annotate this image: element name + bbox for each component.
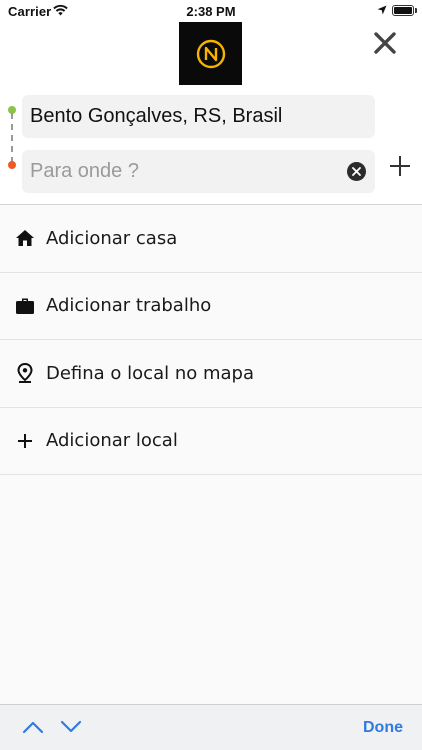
list-item-label: Adicionar local: [46, 430, 178, 452]
list-item-set-on-map[interactable]: Defina o local no mapa: [0, 340, 422, 408]
chevron-up-icon[interactable]: [22, 720, 44, 734]
list-item-add-work[interactable]: Adicionar trabalho: [0, 273, 422, 340]
battery-icon: [392, 5, 414, 16]
destination-input[interactable]: [30, 160, 340, 183]
list-item-label: Defina o local no mapa: [46, 362, 254, 384]
location-arrow-icon: [377, 5, 387, 15]
battery-tip: [415, 8, 417, 13]
keyboard-accessory-bar: Done: [0, 704, 422, 750]
plus-icon: [15, 431, 35, 451]
route-connector-line: [11, 113, 13, 163]
clear-button[interactable]: [347, 162, 366, 181]
list-item-label: Adicionar casa: [46, 227, 178, 249]
clear-icon: [352, 167, 361, 176]
saved-places-list: Adicionar casa Adicionar trabalho Defina…: [0, 204, 422, 704]
status-bar: Carrier 2:38 PM: [0, 0, 422, 22]
chevron-down-icon[interactable]: [60, 720, 82, 734]
briefcase-icon: [15, 296, 35, 316]
list-item-label: Adicionar trabalho: [46, 295, 212, 317]
app-logo: [179, 22, 242, 85]
map-pin-icon: [15, 363, 35, 384]
add-stop-button[interactable]: [386, 152, 414, 180]
done-button[interactable]: Done: [363, 719, 403, 737]
list-item-add-place[interactable]: Adicionar local: [0, 408, 422, 475]
clock: 2:38 PM: [186, 4, 236, 19]
logo-emblem: [196, 39, 225, 68]
origin-field[interactable]: [22, 95, 375, 138]
destination-marker: [8, 161, 16, 169]
close-button[interactable]: [368, 26, 402, 60]
home-icon: [15, 228, 35, 248]
plus-icon: [390, 156, 410, 176]
close-icon: [374, 32, 396, 54]
destination-field[interactable]: [22, 150, 375, 193]
origin-input[interactable]: [30, 105, 340, 128]
list-item-add-home[interactable]: Adicionar casa: [0, 205, 422, 273]
